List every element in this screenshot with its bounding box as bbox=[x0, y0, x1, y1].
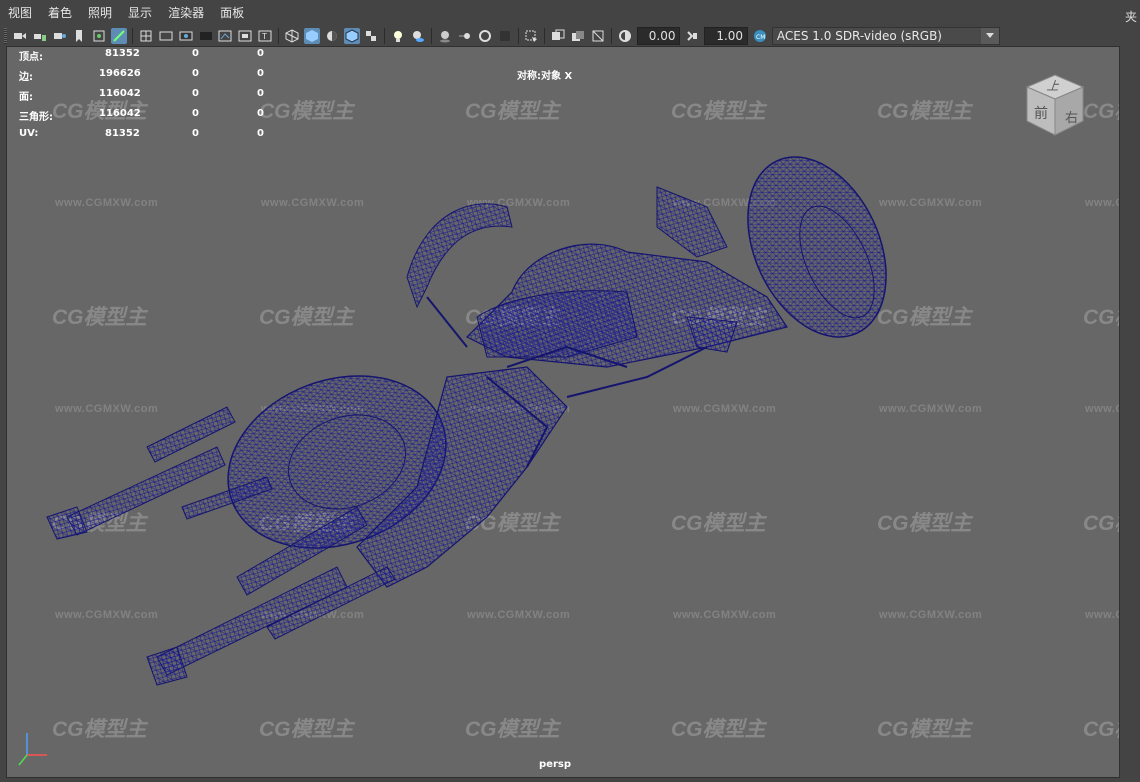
field-chart-icon[interactable] bbox=[218, 28, 234, 44]
toolbar-separator bbox=[517, 28, 519, 44]
svg-text:T: T bbox=[261, 32, 267, 41]
chevron-down-icon bbox=[980, 28, 999, 44]
safe-action-icon[interactable] bbox=[237, 28, 253, 44]
color-space-select[interactable]: ACES 1.0 SDR-video (sRGB) bbox=[771, 27, 1000, 45]
toolbar-separator bbox=[132, 28, 134, 44]
view-cube-right-label[interactable]: 右 bbox=[1065, 107, 1078, 126]
toolbar-separator bbox=[431, 28, 433, 44]
screen-space-ao-icon[interactable] bbox=[437, 28, 453, 44]
menu-renderer[interactable]: 渲染器 bbox=[160, 0, 212, 26]
xray-active-icon[interactable] bbox=[590, 28, 606, 44]
exposure-field[interactable]: 0.00 bbox=[636, 27, 681, 45]
viewport-toolbar: T 0.00 1.00 CM ACES 1.0 SDR-video (sRGB) bbox=[0, 26, 1000, 46]
film-gate-icon[interactable] bbox=[158, 28, 174, 44]
right-panel-label: 夹 bbox=[1125, 10, 1138, 24]
view-cube-front-label[interactable]: 前 bbox=[1034, 103, 1048, 123]
image-plane-icon[interactable] bbox=[91, 28, 107, 44]
textured-icon[interactable] bbox=[364, 28, 380, 44]
menu-lighting[interactable]: 照明 bbox=[80, 0, 120, 26]
axis-gizmo bbox=[18, 733, 47, 766]
camera-name-label: persp bbox=[539, 759, 571, 770]
depth-of-field-icon[interactable] bbox=[497, 28, 513, 44]
smooth-shade-icon[interactable] bbox=[303, 28, 320, 44]
exposure-icon[interactable] bbox=[617, 28, 633, 44]
viewport-menubar: 视图 着色 照明 显示 渲染器 面板 bbox=[0, 0, 1140, 26]
chassis-body bbox=[356, 186, 788, 588]
shadows-icon[interactable] bbox=[410, 28, 426, 44]
right-panel-strip: 夹 bbox=[1121, 0, 1140, 782]
grid-icon[interactable] bbox=[138, 28, 154, 44]
xray-icon[interactable] bbox=[550, 28, 566, 44]
camera-lock-icon[interactable] bbox=[32, 28, 48, 44]
toolbar-separator bbox=[610, 28, 612, 44]
menu-shading[interactable]: 着色 bbox=[40, 0, 80, 26]
toolbar-grip[interactable] bbox=[4, 28, 7, 44]
gate-mask-icon[interactable] bbox=[198, 28, 214, 44]
toolbar-separator bbox=[544, 28, 546, 44]
camera-attributes-icon[interactable] bbox=[52, 28, 68, 44]
wireframe-model[interactable] bbox=[7, 47, 1119, 777]
toolbar-separator bbox=[278, 28, 280, 44]
menu-panels[interactable]: 面板 bbox=[212, 0, 252, 26]
safe-title-icon[interactable]: T bbox=[257, 28, 273, 44]
gamma-field[interactable]: 1.00 bbox=[704, 27, 749, 45]
resolution-gate-icon[interactable] bbox=[178, 28, 194, 44]
3d-viewport[interactable]: CG模型主CG模型主CG模型主CG模型主CG模型主CG模型主CG模型主CG模型主… bbox=[6, 46, 1120, 778]
wireframe-on-shaded-icon[interactable] bbox=[343, 28, 360, 44]
gamma-icon[interactable] bbox=[684, 28, 700, 44]
color-space-label: ACES 1.0 SDR-video (sRGB) bbox=[776, 29, 942, 43]
menu-show[interactable]: 显示 bbox=[120, 0, 160, 26]
isolate-select-icon[interactable] bbox=[524, 28, 540, 44]
use-all-lights-icon[interactable] bbox=[390, 28, 406, 44]
motion-blur-icon[interactable] bbox=[457, 28, 473, 44]
camera-icon[interactable] bbox=[12, 28, 28, 44]
svg-text:CM: CM bbox=[756, 34, 765, 41]
xray-joints-icon[interactable] bbox=[570, 28, 586, 44]
menu-view[interactable]: 视图 bbox=[0, 0, 40, 26]
toolbar-separator bbox=[384, 28, 386, 44]
anti-aliasing-icon[interactable] bbox=[477, 28, 493, 44]
grease-pencil-icon[interactable] bbox=[111, 28, 128, 44]
default-lighting-icon[interactable] bbox=[324, 28, 340, 44]
wireframe-icon[interactable] bbox=[284, 28, 300, 44]
bookmark-icon[interactable] bbox=[72, 28, 88, 44]
color-management-icon[interactable]: CM bbox=[752, 28, 768, 44]
